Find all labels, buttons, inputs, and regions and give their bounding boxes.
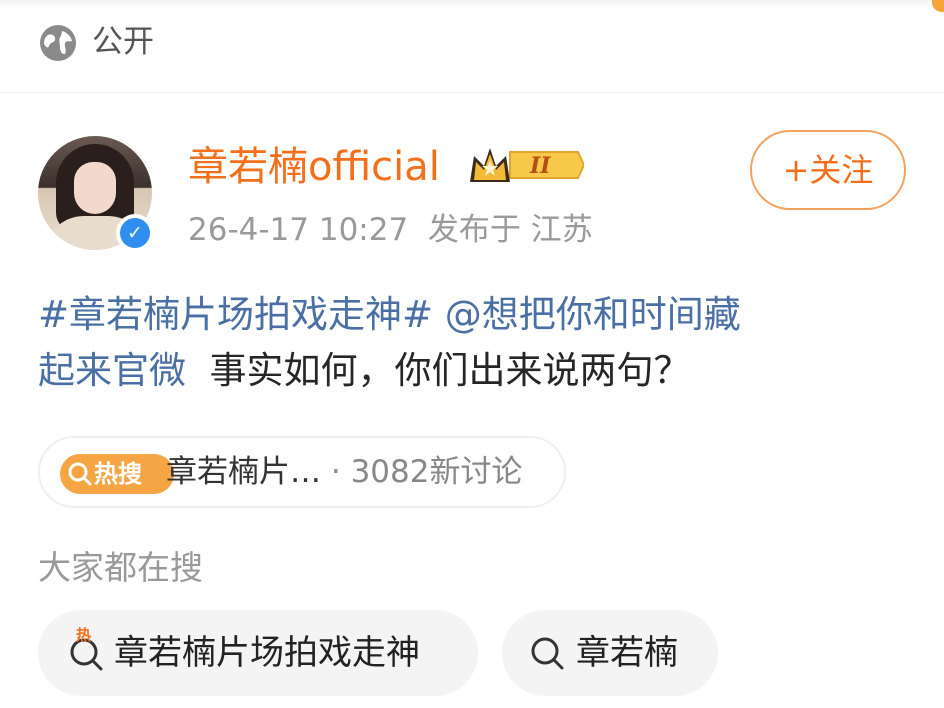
related-searches-title: 大家都在搜 (38, 548, 203, 587)
hot-search-text: 章若楠片… · 3082新讨论 (166, 454, 523, 490)
search-icon (531, 637, 564, 670)
related-search-label: 章若楠 (576, 633, 678, 673)
author-name[interactable]: 章若楠official (188, 143, 440, 191)
post-body-line2: 起来官微 事实如何，你们出来说两句？ (38, 349, 691, 392)
related-search-label: 章若楠片场拍戏走神 (114, 633, 420, 673)
post-body: #章若楠片场拍戏走神# @想把你和时间藏 (38, 287, 918, 343)
member-crown-icon[interactable]: II (466, 142, 584, 188)
verified-icon: ✓ (116, 214, 154, 252)
search-icon (68, 462, 92, 486)
post-timestamp: 26-4-17 10:27 (188, 212, 409, 248)
hot-search-chip[interactable]: 热搜 章若楠片… · 3082新讨论 (38, 436, 566, 508)
globe-icon (40, 25, 76, 61)
topic-link[interactable]: #章若楠片场拍戏走神# (38, 293, 433, 336)
post-text: 事实如何，你们出来说两句？ (209, 349, 691, 392)
post-meta: 26-4-17 10:27 发布于 江苏 (188, 209, 593, 251)
related-search-item[interactable]: 热 章若楠片场拍戏走神 (38, 610, 478, 696)
svg-text:II: II (529, 153, 551, 179)
hot-search-count: 3082新讨论 (350, 454, 523, 490)
follow-button[interactable]: +关注 (750, 130, 906, 210)
mention-link[interactable]: @想把你和时间藏 (445, 293, 741, 336)
hot-search-title: 章若楠片… (166, 454, 321, 490)
hot-search-badge: 热搜 (60, 454, 174, 494)
post-location: 发布于 江苏 (427, 212, 593, 248)
visibility-label[interactable]: 公开 (92, 21, 154, 63)
hot-mini-tag: 热 (76, 626, 92, 644)
related-search-item[interactable]: 章若楠 (502, 610, 718, 696)
